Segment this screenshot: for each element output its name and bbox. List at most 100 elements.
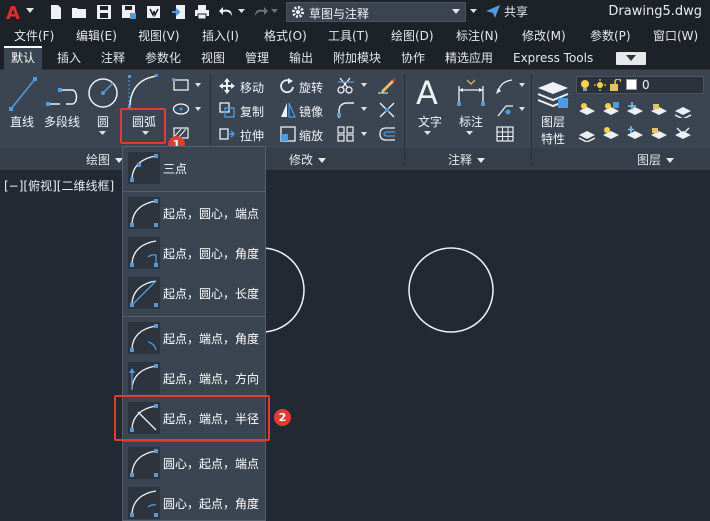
move-label[interactable]: 移动 — [240, 79, 264, 96]
tab-addins[interactable]: 附加模块 — [326, 46, 388, 70]
stretch-label[interactable]: 拉伸 — [240, 127, 264, 144]
layer-dropdown[interactable]: 0 — [576, 76, 704, 94]
fillet-chevron-icon[interactable] — [361, 107, 367, 111]
rectangle-chevron-icon[interactable] — [195, 83, 201, 87]
tab-insert[interactable]: 插入 — [50, 46, 88, 70]
ellipse-chevron-icon[interactable] — [195, 107, 201, 111]
trim-chevron-icon[interactable] — [361, 83, 367, 87]
menu-parametric[interactable]: 参数(P) — [590, 27, 631, 44]
tab-featured-apps[interactable]: 精选应用 — [438, 46, 500, 70]
tab-annotate[interactable]: 注释 — [94, 46, 132, 70]
print-icon[interactable] — [194, 4, 210, 20]
text-icon[interactable]: A — [414, 74, 444, 110]
copy-label[interactable]: 复制 — [240, 103, 264, 120]
redo-chevron-icon[interactable] — [271, 9, 278, 14]
menu-draw[interactable]: 绘图(D) — [391, 27, 434, 44]
arc-option-center-start-end[interactable]: 圆心，起点，端点 — [123, 443, 265, 483]
tab-parametric[interactable]: 参数化 — [138, 46, 188, 70]
save-as-icon[interactable] — [121, 4, 137, 20]
erase-icon[interactable] — [378, 76, 396, 94]
menu-tools[interactable]: 工具(T) — [328, 27, 369, 44]
rotate-label[interactable]: 旋转 — [299, 79, 323, 96]
text-label[interactable]: 文字 — [418, 113, 442, 130]
stretch-icon[interactable] — [219, 126, 235, 142]
web-save-icon[interactable] — [146, 4, 162, 20]
layer-properties-label-1[interactable]: 图层 — [541, 113, 565, 130]
share-button[interactable]: 共享 — [486, 3, 528, 20]
new-file-icon[interactable] — [48, 4, 64, 20]
multileader-chevron-icon[interactable] — [519, 107, 525, 111]
autocad-logo-icon[interactable]: A — [3, 1, 25, 23]
ellipse-icon[interactable] — [172, 102, 190, 116]
circle-entity-right[interactable] — [408, 247, 494, 333]
leader-icon[interactable] — [496, 78, 514, 94]
save-icon[interactable] — [96, 4, 112, 20]
menu-modify[interactable]: 修改(M) — [522, 27, 566, 44]
mirror-icon[interactable] — [280, 102, 296, 118]
app-menu-chevron-icon[interactable] — [26, 8, 34, 14]
arc-option-start-center-angle[interactable]: 起点，圆心，角度 — [123, 233, 265, 273]
redo-icon[interactable] — [252, 4, 268, 20]
tab-overflow-dropdown[interactable] — [616, 52, 646, 65]
layer-match-icon[interactable] — [674, 102, 692, 118]
array-icon[interactable] — [337, 126, 355, 142]
layers-panel-title[interactable]: 图层 — [637, 151, 675, 168]
menu-file[interactable]: 文件(F) — [14, 27, 54, 44]
copy-icon[interactable] — [219, 102, 235, 118]
dimension-label[interactable]: 标注 — [459, 113, 483, 130]
menu-format[interactable]: 格式(O) — [264, 27, 307, 44]
multileader-icon[interactable] — [496, 102, 514, 118]
layer-thaw-icon[interactable] — [626, 126, 644, 142]
menu-edit[interactable]: 编辑(E) — [76, 27, 117, 44]
arc-option-start-end-direction[interactable]: 起点，端点，方向 — [123, 358, 265, 398]
arc-option-3-point[interactable]: 三点 — [123, 148, 265, 188]
trim-icon[interactable] — [337, 76, 355, 94]
layer-current-icon[interactable] — [578, 126, 596, 142]
text-chevron-icon[interactable] — [424, 131, 431, 136]
dimension-icon[interactable] — [455, 78, 487, 106]
scale-label[interactable]: 缩放 — [299, 127, 323, 144]
layer-properties-icon[interactable] — [536, 76, 570, 110]
line-label[interactable]: 直线 — [10, 113, 34, 130]
undo-icon[interactable] — [219, 4, 235, 20]
rotate-icon[interactable] — [280, 78, 296, 94]
tab-manage[interactable]: 管理 — [238, 46, 276, 70]
tab-output[interactable]: 输出 — [282, 46, 320, 70]
layer-unlock-icon[interactable] — [650, 126, 668, 142]
layer-isolate-icon[interactable] — [602, 102, 620, 118]
arc-option-start-center-end[interactable]: 起点，圆心，端点 — [123, 193, 265, 233]
arc-option-start-end-angle[interactable]: 起点，端点，角度 — [123, 318, 265, 358]
dimension-chevron-icon[interactable] — [466, 131, 473, 136]
menu-view[interactable]: 视图(V) — [138, 27, 180, 44]
undo-chevron-icon[interactable] — [238, 9, 245, 14]
layer-freeze-icon[interactable] — [626, 102, 644, 118]
workspace-selector[interactable]: 草图与注释 — [286, 2, 466, 22]
mirror-label[interactable]: 镜像 — [299, 103, 323, 120]
polyline-icon[interactable] — [46, 80, 80, 108]
circle-chevron-icon[interactable] — [99, 131, 106, 136]
quick-access-chevron-icon[interactable] — [470, 9, 477, 14]
draw-panel-title[interactable]: 绘图 — [86, 151, 124, 168]
explode-icon[interactable] — [378, 101, 396, 119]
tab-collaborate[interactable]: 协作 — [394, 46, 432, 70]
fillet-icon[interactable] — [337, 101, 355, 119]
circle-label[interactable]: 圆 — [97, 113, 109, 130]
polyline-label[interactable]: 多段线 — [44, 113, 80, 130]
tab-home[interactable]: 默认 — [4, 46, 43, 70]
rectangle-icon[interactable] — [172, 78, 190, 92]
open-folder-icon[interactable] — [71, 4, 87, 20]
arc-option-center-start-angle[interactable]: 圆心，起点，角度 — [123, 483, 265, 521]
layer-off-icon[interactable] — [578, 102, 596, 118]
menu-insert[interactable]: 插入(I) — [202, 27, 239, 44]
line-icon[interactable] — [8, 76, 38, 112]
table-icon[interactable] — [496, 126, 514, 142]
scale-icon[interactable] — [280, 126, 296, 142]
drawing-canvas[interactable] — [0, 171, 710, 521]
layer-properties-label-2[interactable]: 特性 — [541, 130, 565, 147]
menu-dimension[interactable]: 标注(N) — [456, 27, 498, 44]
menu-window[interactable]: 窗口(W) — [653, 27, 698, 44]
arc-option-start-center-length[interactable]: 起点，圆心，长度 — [123, 273, 265, 313]
layer-lock-icon[interactable] — [650, 102, 668, 118]
layer-match-object-icon[interactable] — [602, 126, 620, 142]
import-icon[interactable] — [171, 4, 187, 20]
